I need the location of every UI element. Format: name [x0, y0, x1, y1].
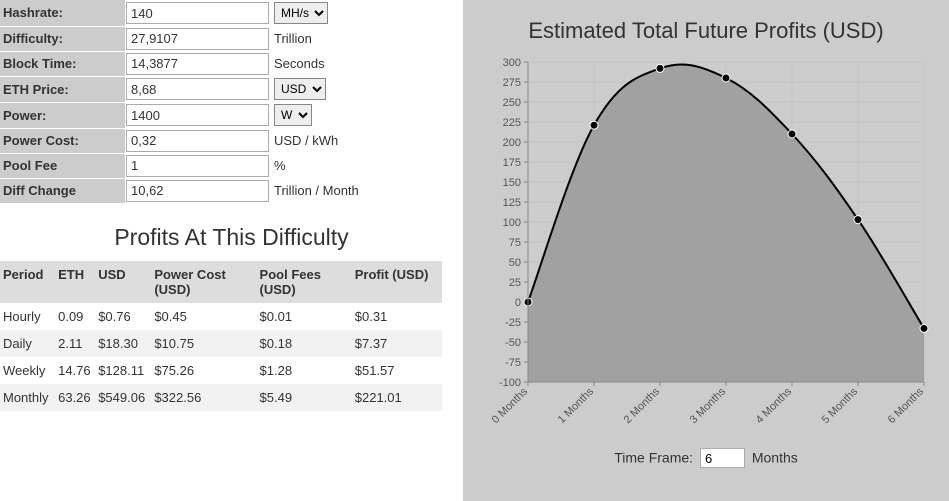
profits-table: PeriodETHUSDPower Cost (USD)Pool Fees (U… — [0, 261, 442, 411]
profits-header: Profit (USD) — [352, 261, 442, 303]
chart-title: Estimated Total Future Profits (USD) — [473, 18, 939, 44]
svg-text:25: 25 — [509, 277, 521, 289]
param-unit-label: % — [270, 153, 463, 178]
profits-cell: $7.37 — [352, 330, 442, 357]
param-input[interactable] — [126, 53, 269, 75]
param-input[interactable] — [126, 28, 269, 50]
svg-text:4 Months: 4 Months — [754, 385, 795, 426]
profits-cell: Hourly — [0, 303, 55, 330]
svg-text:200: 200 — [503, 137, 521, 149]
profits-cell: 0.09 — [55, 303, 95, 330]
param-unit-select[interactable]: USD — [274, 78, 326, 100]
profits-header: Period — [0, 261, 55, 303]
param-input[interactable] — [126, 2, 269, 24]
param-unit-select[interactable]: W — [274, 104, 312, 126]
profits-cell: $0.01 — [257, 303, 352, 330]
svg-text:300: 300 — [503, 57, 521, 69]
param-input[interactable] — [126, 180, 269, 202]
param-label: Diff Change — [0, 178, 125, 203]
profits-cell: $18.30 — [95, 330, 151, 357]
profits-title: Profits At This Difficulty — [0, 224, 463, 251]
svg-text:250: 250 — [503, 97, 521, 109]
svg-text:-75: -75 — [505, 357, 521, 369]
svg-text:175: 175 — [503, 157, 521, 169]
profits-cell: $0.31 — [352, 303, 442, 330]
timeframe-row: Time Frame: Months — [473, 448, 939, 468]
profits-cell: Daily — [0, 330, 55, 357]
param-label: Power Cost: — [0, 128, 125, 153]
svg-text:100: 100 — [503, 217, 521, 229]
svg-text:225: 225 — [503, 117, 521, 129]
profits-cell: Weekly — [0, 357, 55, 384]
profits-header: ETH — [55, 261, 95, 303]
profits-cell: $549.06 — [95, 384, 151, 411]
svg-text:1 Months: 1 Months — [556, 385, 597, 426]
profits-header: Pool Fees (USD) — [257, 261, 352, 303]
parameters-table: Hashrate: MH/s Difficulty: Trillion Block Ti… — [0, 0, 463, 204]
param-unit-label: Seconds — [270, 51, 463, 76]
timeframe-label-after: Months — [752, 450, 798, 466]
chart-area: -100 -75 -50 -25 0 25 50 75 100 125 150 175 200 225 25… — [473, 52, 939, 442]
svg-text:3 Months: 3 Months — [688, 385, 729, 426]
svg-text:-25: -25 — [505, 317, 521, 329]
param-unit-label: USD / kWh — [270, 128, 463, 153]
param-label: ETH Price: — [0, 76, 125, 102]
svg-text:50: 50 — [509, 257, 521, 269]
svg-text:2 Months: 2 Months — [622, 385, 663, 426]
param-input[interactable] — [126, 78, 269, 100]
param-label: Pool Fee — [0, 153, 125, 178]
timeframe-input[interactable] — [700, 448, 745, 468]
profits-cell: 2.11 — [55, 330, 95, 357]
profits-cell: $10.75 — [151, 330, 256, 357]
svg-text:275: 275 — [503, 77, 521, 89]
timeframe-label-before: Time Frame: — [614, 450, 693, 466]
param-label: Hashrate: — [0, 0, 125, 26]
param-input[interactable] — [126, 130, 269, 152]
profits-cell: $0.45 — [151, 303, 256, 330]
param-unit-label: Trillion — [270, 26, 463, 51]
profits-cell: $221.01 — [352, 384, 442, 411]
profits-cell: $51.57 — [352, 357, 442, 384]
profits-header: Power Cost (USD) — [151, 261, 256, 303]
svg-text:-100: -100 — [499, 377, 521, 389]
svg-text:-50: -50 — [505, 337, 521, 349]
svg-text:125: 125 — [503, 197, 521, 209]
svg-text:150: 150 — [503, 177, 521, 189]
profits-cell: 14.76 — [55, 357, 95, 384]
svg-text:0: 0 — [515, 297, 521, 309]
profits-cell: 63.26 — [55, 384, 95, 411]
profits-cell: $75.26 — [151, 357, 256, 384]
svg-text:0 Months: 0 Months — [490, 385, 531, 426]
param-unit-select[interactable]: MH/s — [274, 2, 328, 24]
profits-cell: $0.76 — [95, 303, 151, 330]
table-row: Monthly63.26$549.06$322.56$5.49$221.01 — [0, 384, 442, 411]
svg-text:75: 75 — [509, 237, 521, 249]
table-row: Weekly14.76$128.11$75.26$1.28$51.57 — [0, 357, 442, 384]
svg-text:5 Months: 5 Months — [820, 385, 861, 426]
profits-cell: $128.11 — [95, 357, 151, 384]
param-unit-label: Trillion / Month — [270, 178, 463, 203]
table-row: Hourly0.09$0.76$0.45$0.01$0.31 — [0, 303, 442, 330]
param-label: Difficulty: — [0, 26, 125, 51]
param-input[interactable] — [126, 104, 269, 126]
param-input[interactable] — [126, 155, 269, 177]
profits-header: USD — [95, 261, 151, 303]
profits-cell: Monthly — [0, 384, 55, 411]
profits-cell: $1.28 — [257, 357, 352, 384]
param-label: Power: — [0, 102, 125, 128]
param-label: Block Time: — [0, 51, 125, 76]
profits-cell: $0.18 — [257, 330, 352, 357]
svg-text:6 Months: 6 Months — [886, 385, 927, 426]
profits-cell: $322.56 — [151, 384, 256, 411]
table-row: Daily2.11$18.30$10.75$0.18$7.37 — [0, 330, 442, 357]
profits-cell: $5.49 — [257, 384, 352, 411]
